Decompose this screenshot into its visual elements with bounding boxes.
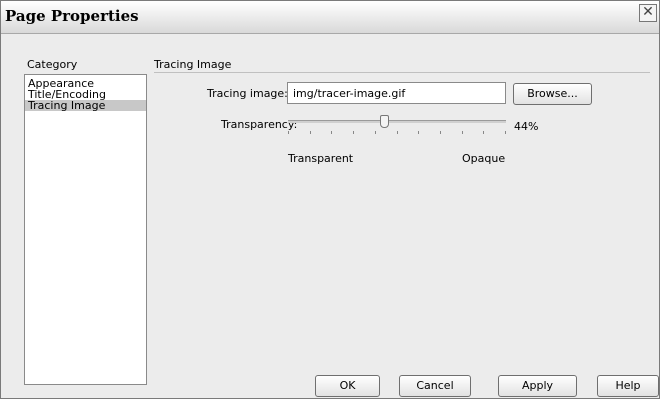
- close-button[interactable]: ✕: [639, 4, 657, 22]
- section-title: Tracing Image: [154, 58, 232, 71]
- transparent-label: Transparent: [288, 152, 354, 165]
- category-item-tracing-image[interactable]: Tracing Image: [25, 100, 146, 111]
- title-bar[interactable]: Page Properties ✕: [1, 1, 659, 34]
- opaque-label: Opaque: [462, 152, 506, 165]
- slider-tick: [375, 131, 376, 134]
- help-button[interactable]: Help: [597, 375, 659, 397]
- slider-tick: [288, 131, 289, 134]
- category-list[interactable]: Appearance Title/Encoding Tracing Image: [24, 74, 147, 385]
- tracing-image-input[interactable]: [287, 82, 506, 104]
- transparency-slider[interactable]: [288, 114, 506, 136]
- slider-tick: [483, 131, 484, 134]
- section-divider: [154, 72, 650, 73]
- page-properties-dialog: Page Properties ✕ Category Appearance Ti…: [0, 0, 660, 399]
- category-label: Category: [27, 58, 78, 71]
- transparency-percent: 44%: [514, 120, 539, 133]
- slider-tick: [505, 131, 506, 134]
- slider-tick: [310, 131, 311, 134]
- slider-tick: [462, 131, 463, 134]
- browse-button[interactable]: Browse...: [513, 83, 592, 105]
- slider-track: [288, 120, 506, 123]
- close-icon: ✕: [642, 4, 654, 20]
- slider-tick: [418, 131, 419, 134]
- slider-tick: [331, 131, 332, 134]
- cancel-button[interactable]: Cancel: [399, 375, 471, 397]
- apply-button[interactable]: Apply: [498, 375, 577, 397]
- dialog-title: Page Properties: [5, 7, 139, 25]
- ok-button[interactable]: OK: [315, 375, 380, 397]
- transparency-label: Transparency:: [221, 118, 298, 131]
- tracing-image-label: Tracing image:: [207, 87, 288, 100]
- slider-thumb[interactable]: [380, 115, 389, 128]
- slider-tick: [397, 131, 398, 134]
- slider-tick: [440, 131, 441, 134]
- slider-tick: [353, 131, 354, 134]
